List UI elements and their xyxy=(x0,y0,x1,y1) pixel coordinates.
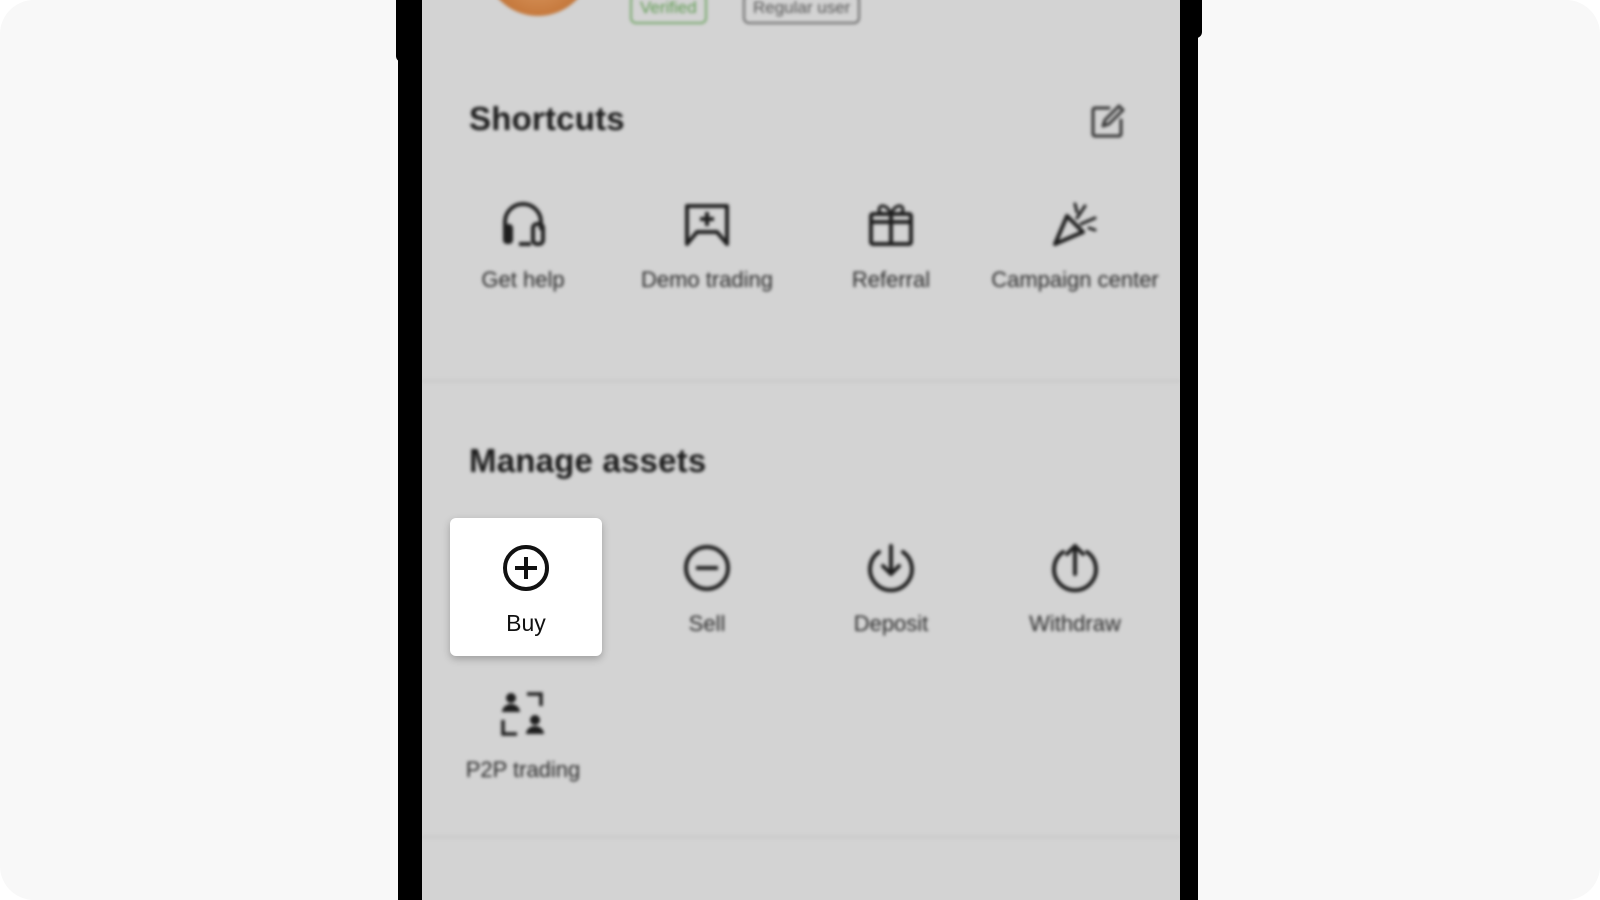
shortcut-label: Campaign center xyxy=(991,267,1159,292)
shortcut-label: Get help xyxy=(481,267,565,292)
demo-trading-icon xyxy=(685,204,729,246)
tutorial-stage: Verified Regular user Shortcuts Get help xyxy=(0,0,1600,900)
asset-label: P2P trading xyxy=(465,757,581,782)
withdraw-icon xyxy=(1052,544,1098,593)
asset-buy[interactable]: Buy xyxy=(450,518,602,656)
deposit-icon xyxy=(868,544,914,593)
plus-circle-icon xyxy=(503,545,549,591)
user-level-badge: Regular user xyxy=(743,0,861,24)
asset-label: Deposit xyxy=(853,611,929,636)
shortcut-label: Referral xyxy=(851,267,931,292)
asset-withdraw[interactable]: Withdraw xyxy=(990,542,1160,640)
gift-icon xyxy=(869,204,913,246)
phone-frame-edge xyxy=(1188,0,1202,38)
shortcuts-title: Shortcuts xyxy=(469,100,625,137)
asset-deposit[interactable]: Deposit xyxy=(806,542,976,640)
section-divider xyxy=(422,380,1180,382)
verified-badge: Verified xyxy=(630,0,707,24)
shortcut-label: Demo trading xyxy=(640,267,774,292)
buy-label: Buy xyxy=(506,610,546,636)
phone-frame-edge xyxy=(396,0,410,62)
app-screen: Verified Regular user Shortcuts Get help xyxy=(422,0,1180,900)
asset-label: Withdraw xyxy=(1029,611,1121,636)
shortcut-referral[interactable]: Referral xyxy=(806,198,976,296)
dimmed-content: Verified Regular user Shortcuts Get help xyxy=(422,0,1180,900)
asset-p2p-trading[interactable]: P2P trading xyxy=(438,688,608,786)
party-popper-icon xyxy=(1053,202,1097,246)
p2p-icon xyxy=(501,692,544,736)
manage-assets-title: Manage assets xyxy=(469,442,707,479)
avatar[interactable] xyxy=(484,0,592,16)
shortcut-get-help[interactable]: Get help xyxy=(438,198,608,296)
shortcut-demo-trading[interactable]: Demo trading xyxy=(622,198,792,296)
section-divider xyxy=(422,836,1180,838)
asset-label: Sell xyxy=(688,611,726,636)
edit-icon[interactable] xyxy=(1087,102,1127,142)
headset-icon xyxy=(503,202,545,246)
shortcut-campaign-center[interactable]: Campaign center xyxy=(990,198,1160,296)
minus-circle-icon xyxy=(684,545,730,591)
asset-sell[interactable]: Sell xyxy=(622,542,792,640)
